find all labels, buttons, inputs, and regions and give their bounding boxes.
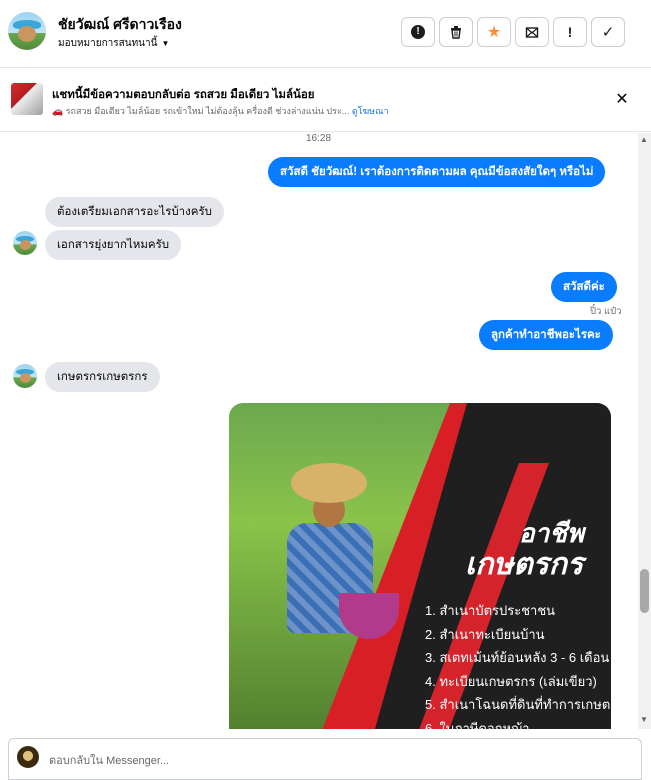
spam-button[interactable]: !	[553, 17, 587, 47]
ad-subtitle: 🚗 รถสวย มือเดียว ไมล์น้อย รถเข้าใหม่ ไม่…	[52, 104, 389, 118]
assign-label: มอบหมายการสนทนานี้	[58, 38, 158, 49]
scroll-down-arrow-icon[interactable]: ▼	[640, 715, 648, 724]
star-button[interactable]: ★	[477, 17, 511, 47]
star-icon: ★	[486, 24, 502, 41]
message-outgoing[interactable]: สวัสดีค่ะ	[551, 272, 617, 302]
document-item: 2. สำเนาทะเบียนบ้าน	[425, 626, 545, 642]
contact-avatar-small	[13, 231, 37, 255]
reply-composer[interactable]: ตอบกลับใน Messenger...	[8, 738, 642, 780]
view-ad-link[interactable]: ดูโฆษณา	[352, 106, 389, 116]
message-incoming[interactable]: เอกสารยุ่งยากไหมครับ	[45, 230, 182, 260]
document-item: 6. ใบภาษีดอกหญ้า	[425, 720, 530, 730]
contact-avatar[interactable]	[8, 12, 46, 50]
scroll-up-arrow-icon[interactable]: ▲	[640, 135, 648, 144]
page-avatar	[17, 746, 39, 768]
conversation-header: ชัยวัฒณ์ ศรีดาวเรือง มอบหมายการสนทนานี้ …	[0, 0, 651, 68]
document-list: 1. สำเนาบัตรประชาชน 2. สำเนาทะเบียนบ้าน …	[425, 599, 611, 729]
image-title-line2: เกษตรกร	[465, 548, 584, 581]
message-outgoing[interactable]: สวัสดี ชัยวัฒณ์! เราต้องการติดตามผล คุณม…	[268, 157, 606, 187]
document-item: 4. ทะเบียนเกษตรกร (เล่มเขียว)	[425, 673, 597, 689]
assign-conversation-dropdown[interactable]: มอบหมายการสนทนานี้ ▼	[58, 36, 169, 51]
done-button[interactable]: ✓	[591, 17, 625, 47]
contact-avatar-small	[13, 364, 37, 388]
message-outgoing[interactable]: ลูกค้าทำอาชีพอะไรคะ	[479, 320, 613, 350]
contact-name[interactable]: ชัยวัฒณ์ ศรีดาวเรือง	[58, 14, 182, 36]
checkmark-icon: ✓	[601, 24, 615, 41]
mark-unread-button[interactable]	[515, 17, 549, 47]
info-circle-icon: !	[411, 25, 425, 39]
report-button[interactable]: !	[401, 17, 435, 47]
image-attachment[interactable]: อาชีพ เกษตรกร 1. สำเนาบัตรประชาชน 2. สำเ…	[229, 403, 611, 729]
document-item: 3. สเตทเม้นท์ย้อนหลัง 3 - 6 เดือน	[425, 650, 610, 665]
reply-input[interactable]: ตอบกลับใน Messenger...	[49, 751, 169, 769]
envelope-icon	[525, 27, 539, 38]
ad-context-bar: แชทนี้มีข้อความตอบกลับต่อ รถสวย มือเดียว…	[0, 68, 651, 132]
trash-icon	[451, 26, 461, 39]
ad-description: 🚗 รถสวย มือเดียว ไมล์น้อย รถเข้าใหม่ ไม่…	[52, 106, 350, 116]
caret-down-icon: ▼	[161, 39, 170, 48]
sender-label: ปิ๋ว แป๋ว	[590, 306, 622, 317]
delete-button[interactable]	[439, 17, 473, 47]
message-thread[interactable]: 16:28 สวัสดี ชัยวัฒณ์! เราต้องการติดตามผ…	[0, 133, 638, 729]
message-timestamp: 16:28	[306, 133, 332, 144]
ad-title: แชทนี้มีข้อความตอบกลับต่อ รถสวย มือเดียว…	[52, 89, 315, 101]
document-item: 1. สำเนาบัตรประชาชน	[425, 603, 556, 618]
exclamation-icon: !	[567, 24, 573, 40]
message-incoming[interactable]: ต้องเตรียมเอกสารอะไรบ้างครับ	[45, 197, 224, 227]
scroll-thumb[interactable]	[640, 569, 649, 613]
farmer-illustration	[269, 463, 399, 693]
document-item: 5. สำเนาโฉนดที่ดินที่ทำการเกษตร	[425, 697, 611, 712]
close-icon[interactable]: ✕	[612, 89, 632, 109]
message-incoming[interactable]: เกษตรกรเกษตรกร	[45, 362, 160, 392]
thread-scrollbar[interactable]: ▲ ▼	[638, 133, 651, 729]
ad-thumbnail[interactable]	[11, 83, 43, 115]
